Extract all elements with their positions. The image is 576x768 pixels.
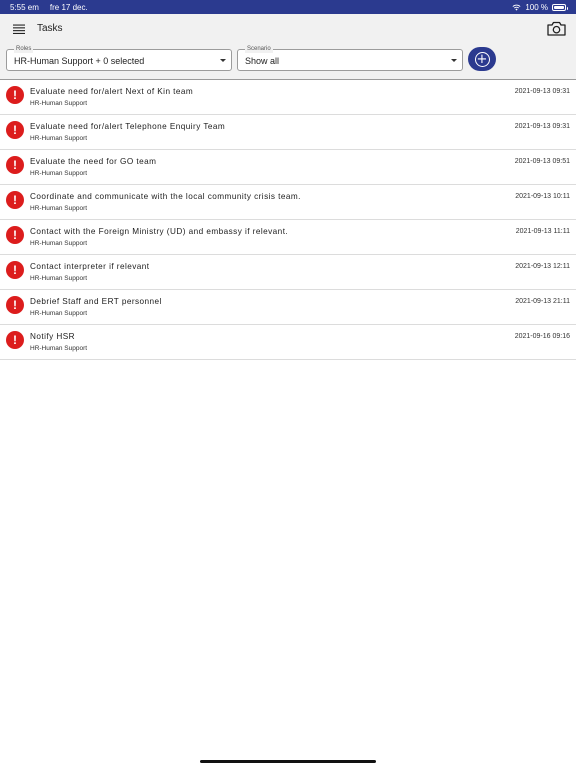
task-date: 2021-09-13 21:11 [515, 298, 570, 305]
status-time: 5:55 em [10, 2, 39, 12]
task-title: Debrief Staff and ERT personnel [30, 297, 162, 306]
task-title: Evaluate the need for GO team [30, 157, 157, 166]
task-date: 2021-09-13 10:11 [515, 193, 570, 200]
alert-icon: ! [6, 156, 24, 174]
dropdown-arrow-icon [451, 59, 457, 62]
roles-select-value: HR-Human Support + 0 selected [14, 56, 145, 66]
task-title: Coordinate and communicate with the loca… [30, 192, 301, 201]
task-row[interactable]: ! Evaluate need for/alert Next of Kin te… [0, 80, 576, 115]
filter-bar: Roles HR-Human Support + 0 selected Scen… [0, 43, 576, 79]
wifi-icon [512, 4, 521, 11]
task-title: Evaluate need for/alert Telephone Enquir… [30, 122, 226, 131]
status-date: fre 17 dec. [49, 2, 88, 12]
task-date: 2021-09-13 11:11 [515, 228, 570, 235]
task-title: Evaluate need for/alert Next of Kin team [30, 87, 194, 96]
dropdown-arrow-icon [220, 59, 226, 62]
scenario-select-label: Scenario [245, 45, 273, 53]
scenario-select-value: Show all [245, 56, 280, 66]
task-date: 2021-09-16 09:16 [514, 333, 570, 340]
alert-icon: ! [6, 261, 24, 279]
scenario-select[interactable]: Scenario Show all [237, 45, 463, 71]
page-title: Tasks [37, 23, 63, 34]
roles-select-label: Roles [14, 45, 34, 53]
task-row[interactable]: ! Notify HSR HR-Human Support 2021-09-16… [0, 325, 576, 360]
task-role: HR-Human Support [30, 170, 88, 177]
task-row[interactable]: ! Debrief Staff and ERT personnel HR-Hum… [0, 290, 576, 325]
task-row[interactable]: ! Evaluate the need for GO team HR-Human… [0, 150, 576, 185]
task-date: 2021-09-13 09:51 [514, 158, 570, 165]
task-date: 2021-09-13 09:31 [514, 88, 570, 95]
task-row[interactable]: ! Contact with the Foreign Ministry (UD)… [0, 220, 576, 255]
alert-icon: ! [6, 226, 24, 244]
task-row[interactable]: ! Contact interpreter if relevant HR-Hum… [0, 255, 576, 290]
task-title: Notify HSR [30, 332, 75, 341]
task-date: 2021-09-13 09:31 [514, 123, 570, 130]
alert-icon: ! [6, 331, 24, 349]
camera-icon [546, 21, 566, 36]
app-bar: Tasks [0, 14, 576, 43]
task-role: HR-Human Support [30, 135, 88, 142]
alert-icon: ! [6, 86, 24, 104]
battery-icon [552, 3, 568, 11]
task-role: HR-Human Support [30, 310, 88, 317]
task-role: HR-Human Support [30, 240, 88, 247]
roles-select[interactable]: Roles HR-Human Support + 0 selected [6, 45, 232, 71]
alert-icon: ! [6, 191, 24, 209]
battery-percentage: 100 % [525, 2, 548, 12]
alert-icon: ! [6, 296, 24, 314]
menu-icon [13, 24, 25, 34]
camera-button[interactable] [545, 19, 567, 39]
task-row[interactable]: ! Evaluate need for/alert Telephone Enqu… [0, 115, 576, 150]
alert-icon: ! [6, 121, 24, 139]
add-task-button[interactable]: + [468, 47, 496, 71]
menu-button[interactable] [9, 19, 29, 39]
home-indicator[interactable] [200, 760, 376, 763]
status-bar: 5:55 em fre 17 dec. 100 % [0, 0, 576, 14]
add-circle-icon: + [474, 51, 490, 67]
task-list: ! Evaluate need for/alert Next of Kin te… [0, 79, 576, 360]
task-role: HR-Human Support [30, 205, 88, 212]
task-row[interactable]: ! Coordinate and communicate with the lo… [0, 185, 576, 220]
task-role: HR-Human Support [30, 275, 88, 282]
task-role: HR-Human Support [30, 100, 88, 107]
task-title: Contact interpreter if relevant [30, 262, 150, 271]
task-title: Contact with the Foreign Ministry (UD) a… [30, 227, 289, 236]
task-role: HR-Human Support [30, 345, 88, 352]
task-date: 2021-09-13 12:11 [515, 263, 570, 270]
